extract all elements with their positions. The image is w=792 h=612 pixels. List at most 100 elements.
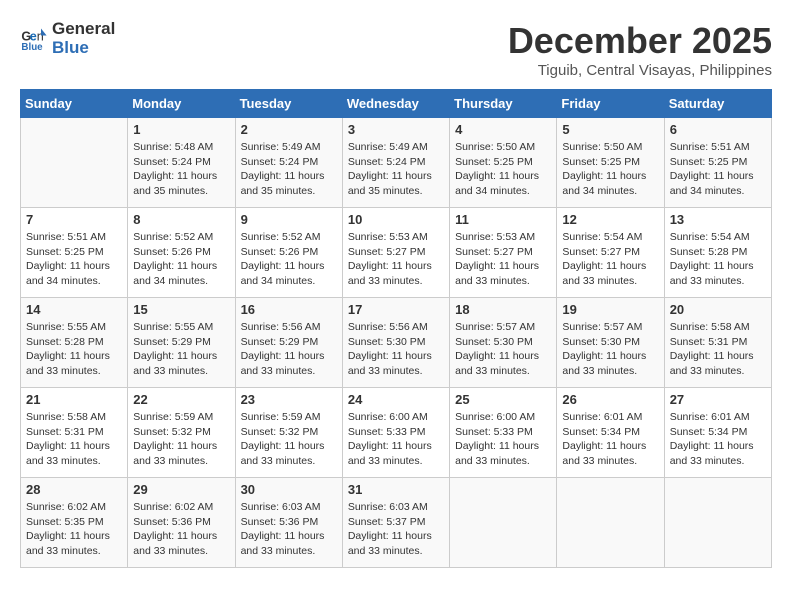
- calendar-cell: 18 Sunrise: 5:57 AMSunset: 5:30 PMDayligh…: [450, 298, 557, 388]
- day-number: 22: [133, 392, 229, 407]
- calendar-cell: 23Sunrise: 5:59 AMSunset: 5:32 PMDayligh…: [235, 388, 342, 478]
- calendar-table: SundayMondayTuesdayWednesdayThursdayFrid…: [20, 89, 772, 568]
- day-number: 6: [670, 122, 766, 137]
- day-number: 13: [670, 212, 766, 227]
- day-number: 14: [26, 302, 122, 317]
- day-number: 25: [455, 392, 551, 407]
- day-number: 12: [562, 212, 658, 227]
- day-number: 24: [348, 392, 444, 407]
- day-number: 19: [562, 302, 658, 317]
- cell-info: Sunrise: 5:49 AMSunset: 5:24 PMDaylight:…: [241, 140, 337, 199]
- calendar-cell: 20 Sunrise: 5:58 AMSunset: 5:31 PMDayligh…: [664, 298, 771, 388]
- day-number: 29: [133, 482, 229, 497]
- calendar-week-row: 7 Sunrise: 5:51 AMSunset: 5:25 PMDaylight…: [21, 208, 772, 298]
- calendar-week-row: 28 Sunrise: 6:02 AMSunset: 5:35 PMDayligh…: [21, 478, 772, 568]
- logo: G e n Blue General Blue: [20, 20, 115, 57]
- day-number: 2: [241, 122, 337, 137]
- calendar-cell: 26 Sunrise: 6:01 AMSunset: 5:34 PMDayligh…: [557, 388, 664, 478]
- cell-info: Sunrise: 5:51 AMSunset: 5:25 PMDaylight:…: [670, 140, 766, 199]
- calendar-title: December 2025: [508, 20, 772, 62]
- cell-info: Sunrise: 5:59 AMSunset: 5:32 PMDaylight:…: [241, 410, 337, 469]
- logo-icon: G e n Blue: [20, 25, 48, 53]
- cell-info: Sunrise: 6:00 AMSunset: 5:33 PMDaylight:…: [455, 410, 551, 469]
- cell-info: Sunrise: 5:57 AMSunset: 5:30 PMDaylight:…: [562, 320, 658, 379]
- calendar-cell: 3 Sunrise: 5:49 AMSunset: 5:24 PMDaylight…: [342, 118, 449, 208]
- calendar-cell: 27Sunrise: 6:01 AMSunset: 5:34 PMDayligh…: [664, 388, 771, 478]
- calendar-cell: 11 Sunrise: 5:53 AMSunset: 5:27 PMDayligh…: [450, 208, 557, 298]
- calendar-cell: 8 Sunrise: 5:52 AMSunset: 5:26 PMDaylight…: [128, 208, 235, 298]
- calendar-cell: 21 Sunrise: 5:58 AMSunset: 5:31 PMDayligh…: [21, 388, 128, 478]
- calendar-subtitle: Tiguib, Central Visayas, Philippines: [508, 62, 772, 79]
- weekday-header: Friday: [557, 90, 664, 118]
- calendar-cell: [664, 478, 771, 568]
- title-area: December 2025 Tiguib, Central Visayas, P…: [508, 20, 772, 79]
- cell-info: Sunrise: 5:52 AMSunset: 5:26 PMDaylight:…: [241, 230, 337, 289]
- cell-info: Sunrise: 6:01 AMSunset: 5:34 PMDaylight:…: [562, 410, 658, 469]
- calendar-cell: 25 Sunrise: 6:00 AMSunset: 5:33 PMDayligh…: [450, 388, 557, 478]
- cell-info: Sunrise: 5:53 AMSunset: 5:27 PMDaylight:…: [455, 230, 551, 289]
- calendar-cell: [21, 118, 128, 208]
- cell-info: Sunrise: 5:58 AMSunset: 5:31 PMDaylight:…: [670, 320, 766, 379]
- day-number: 21: [26, 392, 122, 407]
- day-number: 7: [26, 212, 122, 227]
- calendar-cell: [557, 478, 664, 568]
- calendar-cell: 30 Sunrise: 6:03 AMSunset: 5:36 PMDayligh…: [235, 478, 342, 568]
- calendar-cell: 14 Sunrise: 5:55 AMSunset: 5:28 PMDayligh…: [21, 298, 128, 388]
- cell-info: Sunrise: 5:50 AMSunset: 5:25 PMDaylight:…: [562, 140, 658, 199]
- day-number: 3: [348, 122, 444, 137]
- cell-info: Sunrise: 6:03 AMSunset: 5:37 PMDaylight:…: [348, 500, 444, 559]
- calendar-cell: 5 Sunrise: 5:50 AMSunset: 5:25 PMDaylight…: [557, 118, 664, 208]
- cell-info: Sunrise: 5:54 AMSunset: 5:28 PMDaylight:…: [670, 230, 766, 289]
- day-number: 9: [241, 212, 337, 227]
- calendar-cell: 31Sunrise: 6:03 AMSunset: 5:37 PMDayligh…: [342, 478, 449, 568]
- weekday-header: Monday: [128, 90, 235, 118]
- calendar-week-row: 14 Sunrise: 5:55 AMSunset: 5:28 PMDayligh…: [21, 298, 772, 388]
- cell-info: Sunrise: 6:03 AMSunset: 5:36 PMDaylight:…: [241, 500, 337, 559]
- cell-info: Sunrise: 5:52 AMSunset: 5:26 PMDaylight:…: [133, 230, 229, 289]
- day-number: 17: [348, 302, 444, 317]
- day-number: 5: [562, 122, 658, 137]
- day-number: 28: [26, 482, 122, 497]
- day-number: 11: [455, 212, 551, 227]
- cell-info: Sunrise: 5:49 AMSunset: 5:24 PMDaylight:…: [348, 140, 444, 199]
- cell-info: Sunrise: 5:51 AMSunset: 5:25 PMDaylight:…: [26, 230, 122, 289]
- day-number: 10: [348, 212, 444, 227]
- calendar-cell: 28 Sunrise: 6:02 AMSunset: 5:35 PMDayligh…: [21, 478, 128, 568]
- day-number: 30: [241, 482, 337, 497]
- cell-info: Sunrise: 6:00 AMSunset: 5:33 PMDaylight:…: [348, 410, 444, 469]
- svg-text:e: e: [30, 29, 37, 43]
- calendar-cell: [450, 478, 557, 568]
- calendar-cell: 15Sunrise: 5:55 AMSunset: 5:29 PMDayligh…: [128, 298, 235, 388]
- calendar-cell: 13 Sunrise: 5:54 AMSunset: 5:28 PMDayligh…: [664, 208, 771, 298]
- cell-info: Sunrise: 5:55 AMSunset: 5:28 PMDaylight:…: [26, 320, 122, 379]
- calendar-cell: 17Sunrise: 5:56 AMSunset: 5:30 PMDayligh…: [342, 298, 449, 388]
- cell-info: Sunrise: 6:02 AMSunset: 5:35 PMDaylight:…: [26, 500, 122, 559]
- day-number: 1: [133, 122, 229, 137]
- svg-text:Blue: Blue: [21, 42, 43, 53]
- calendar-cell: 6 Sunrise: 5:51 AMSunset: 5:25 PMDaylight…: [664, 118, 771, 208]
- calendar-cell: 22 Sunrise: 5:59 AMSunset: 5:32 PMDayligh…: [128, 388, 235, 478]
- calendar-cell: 10 Sunrise: 5:53 AMSunset: 5:27 PMDayligh…: [342, 208, 449, 298]
- weekday-header: Sunday: [21, 90, 128, 118]
- day-number: 8: [133, 212, 229, 227]
- day-number: 4: [455, 122, 551, 137]
- cell-info: Sunrise: 6:02 AMSunset: 5:36 PMDaylight:…: [133, 500, 229, 559]
- day-number: 18: [455, 302, 551, 317]
- day-number: 20: [670, 302, 766, 317]
- day-number: 16: [241, 302, 337, 317]
- cell-info: Sunrise: 5:58 AMSunset: 5:31 PMDaylight:…: [26, 410, 122, 469]
- cell-info: Sunrise: 5:48 AMSunset: 5:24 PMDaylight:…: [133, 140, 229, 199]
- cell-info: Sunrise: 5:53 AMSunset: 5:27 PMDaylight:…: [348, 230, 444, 289]
- cell-info: Sunrise: 5:57 AMSunset: 5:30 PMDaylight:…: [455, 320, 551, 379]
- cell-info: Sunrise: 5:55 AMSunset: 5:29 PMDaylight:…: [133, 320, 229, 379]
- cell-info: Sunrise: 5:50 AMSunset: 5:25 PMDaylight:…: [455, 140, 551, 199]
- calendar-cell: 1 Sunrise: 5:48 AMSunset: 5:24 PMDaylight…: [128, 118, 235, 208]
- weekday-header: Tuesday: [235, 90, 342, 118]
- cell-info: Sunrise: 5:59 AMSunset: 5:32 PMDaylight:…: [133, 410, 229, 469]
- calendar-cell: 24 Sunrise: 6:00 AMSunset: 5:33 PMDayligh…: [342, 388, 449, 478]
- weekday-header: Wednesday: [342, 90, 449, 118]
- weekday-header: Thursday: [450, 90, 557, 118]
- day-number: 26: [562, 392, 658, 407]
- calendar-cell: 7 Sunrise: 5:51 AMSunset: 5:25 PMDaylight…: [21, 208, 128, 298]
- day-number: 27: [670, 392, 766, 407]
